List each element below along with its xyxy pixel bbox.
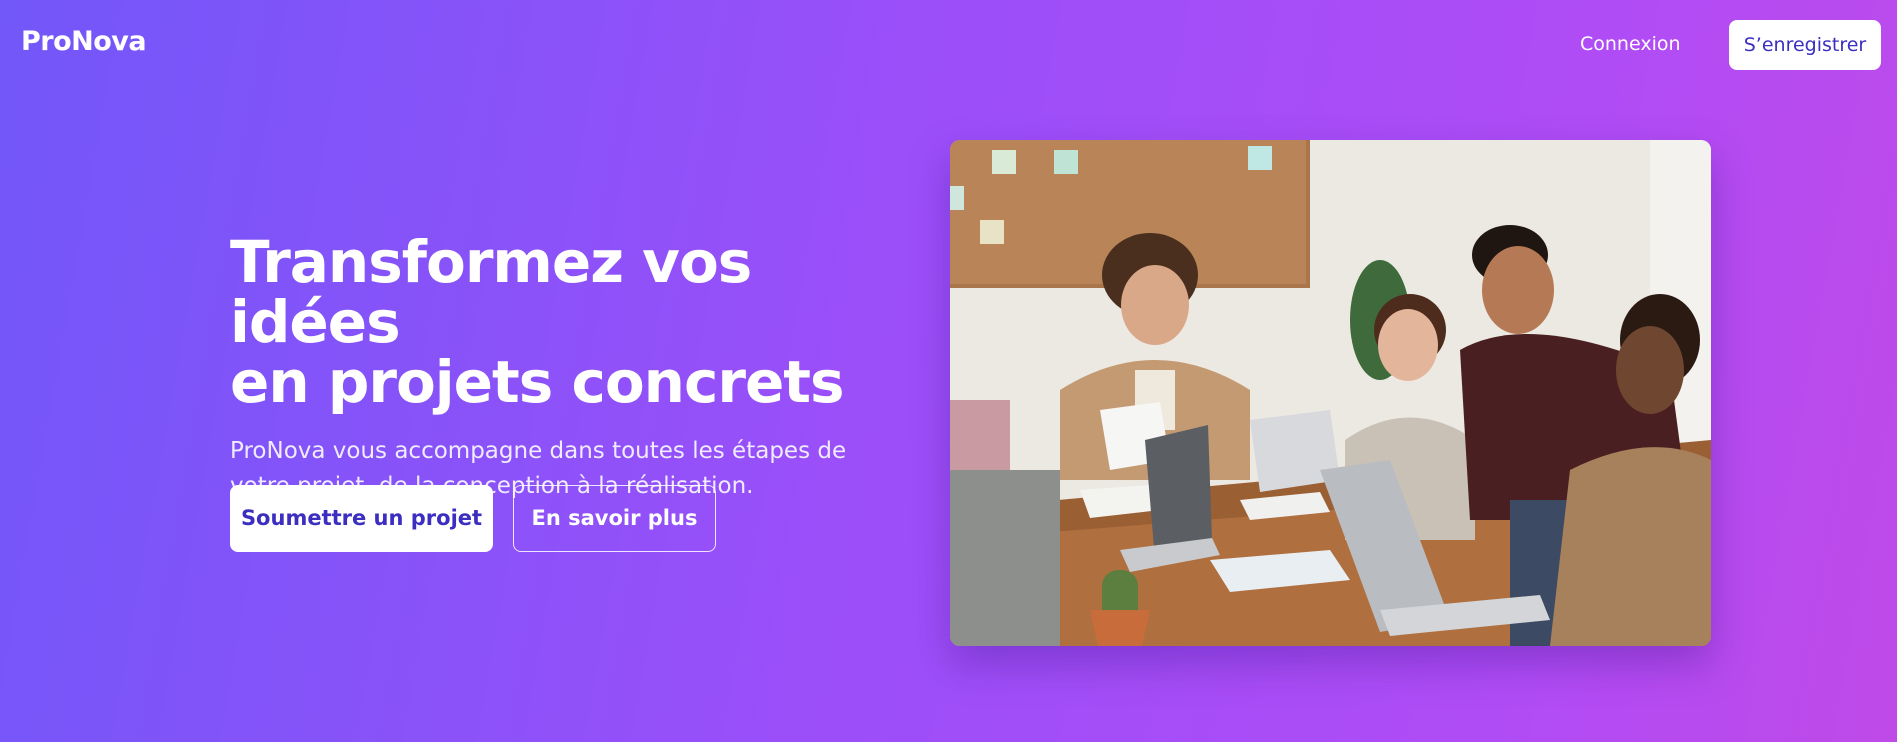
hero-title-line-1: Transformez vos idées [230, 228, 752, 356]
hero-title: Transformez vos idées en projets concret… [230, 232, 870, 412]
top-navbar: ProNova Connexion S’enregistrer [0, 0, 1897, 90]
brand-logo[interactable]: ProNova [21, 26, 147, 57]
submit-project-button[interactable]: Soumettre un projet [230, 485, 493, 552]
hero-text: Transformez vos idées en projets concret… [230, 232, 870, 504]
login-link[interactable]: Connexion [1580, 26, 1681, 62]
register-button[interactable]: S’enregistrer [1729, 20, 1881, 70]
hero-team-photo [950, 140, 1711, 646]
team-meeting-illustration [950, 140, 1711, 646]
learn-more-button[interactable]: En savoir plus [513, 485, 716, 552]
hero-title-line-2: en projets concrets [230, 348, 845, 416]
